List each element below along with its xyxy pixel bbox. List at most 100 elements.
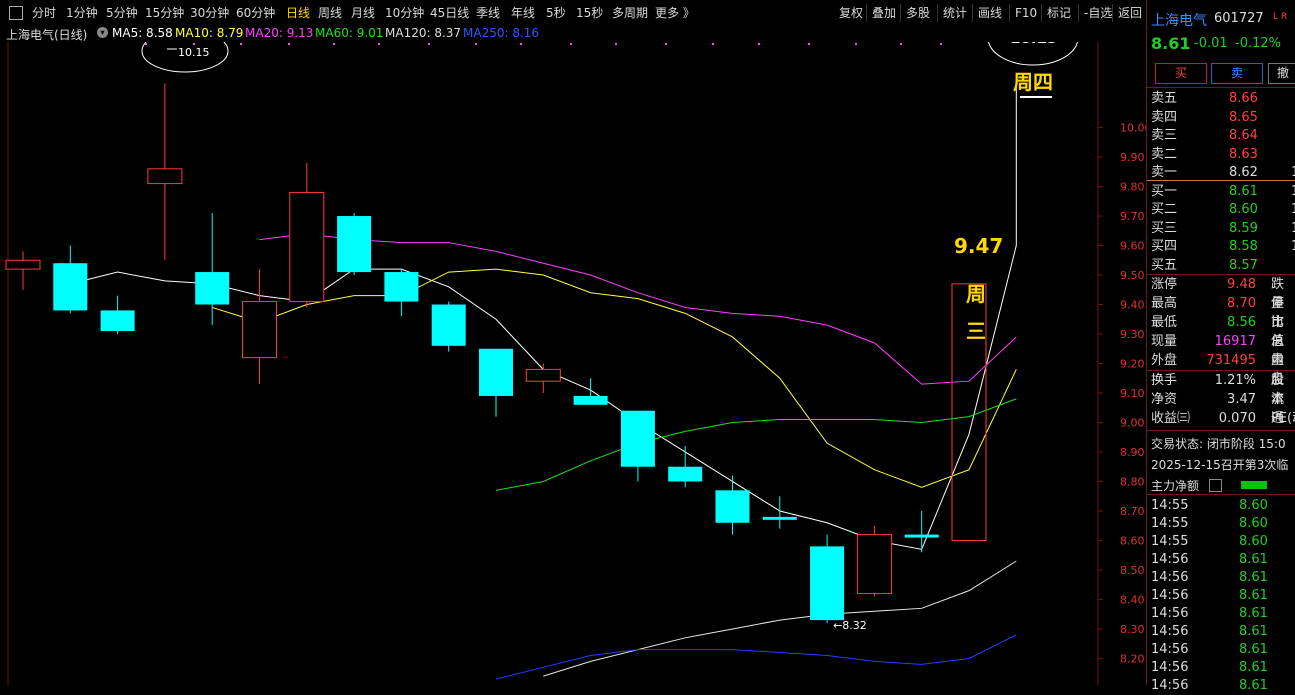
stat-row: 收益㈢ 0.070 PE(动 (1151, 409, 1295, 428)
list-icon[interactable] (1209, 479, 1222, 492)
row-price: 8.57 (1229, 257, 1258, 273)
ask-row[interactable]: 卖四 8.65 (1151, 109, 1295, 127)
bid-row[interactable]: 买五 8.57 (1151, 257, 1295, 275)
period-tab-12[interactable]: 年线 (511, 5, 535, 21)
divider (1147, 430, 1295, 431)
period-tab-8[interactable]: 月线 (351, 5, 375, 21)
candle-body (195, 272, 230, 305)
stat-row: 换手 1.21% 股本 (1151, 371, 1295, 407)
stat-row: 外盘 731495 内盘 (1151, 351, 1295, 387)
toolbar-button-6[interactable]: 标记 (1044, 5, 1074, 21)
sell-button[interactable]: 卖 (1211, 63, 1263, 84)
stat-value: 3.47 (1227, 392, 1256, 407)
period-tab-15[interactable]: 多周期 (612, 5, 648, 21)
candle-body (384, 272, 419, 302)
period-tab-5[interactable]: 60分钟 (236, 5, 275, 21)
period-tab-13[interactable]: 5秒 (546, 5, 566, 21)
lr-badge: L R (1273, 12, 1288, 22)
y-tick-label: 9.60 (1120, 240, 1145, 253)
period-tab-11[interactable]: 季线 (476, 5, 500, 21)
tick-row: 14:56 8.61 (1151, 641, 1295, 659)
stat-label: 收益㈢ (1151, 411, 1191, 426)
toolbar-button-2[interactable]: 多股 (903, 5, 933, 21)
ask-row[interactable]: 卖五 8.66 (1151, 90, 1295, 108)
row-price: 8.58 (1229, 239, 1258, 254)
tick-time: 14:56 (1151, 678, 1189, 693)
dropdown-icon[interactable]: ▾ (97, 27, 108, 38)
toolbar-button-4[interactable]: 画线 (975, 5, 1005, 21)
stat-value: 731495 (1206, 353, 1256, 368)
bid-row[interactable]: 买三 8.59 1 (1151, 220, 1295, 238)
wed-char-2: 三 (966, 319, 986, 343)
toolbar-button-3[interactable]: 统计 (940, 5, 970, 21)
period-tab-1[interactable]: 1分钟 (66, 5, 98, 21)
period-tab-2[interactable]: 5分钟 (106, 5, 138, 21)
ma20-label: MA20: 9.13 (245, 26, 314, 40)
top-marker-dot (193, 43, 195, 45)
row-volume: 1 (1291, 238, 1295, 256)
ask-row[interactable]: 卖二 8.63 (1151, 146, 1295, 164)
period-tab-3[interactable]: 15分钟 (145, 5, 184, 21)
top-marker-dot (378, 43, 380, 45)
wed-char-1: 周 (966, 282, 986, 306)
kline-chart[interactable]: 10.00 9.90 9.80 9.70 9.60 9.50 9.40 9.30 9.20 9.1… (0, 42, 1146, 685)
stat-label: 外盘 (1151, 353, 1178, 368)
period-tab-7[interactable]: 周线 (318, 5, 342, 21)
row-volume: 1 (1291, 220, 1295, 238)
wed-price-label: 9.47 (954, 234, 1003, 258)
buy-button[interactable]: 买 (1155, 63, 1207, 84)
bid-row[interactable]: 买一 8.61 1 (1151, 183, 1295, 201)
flow-bar (1241, 481, 1267, 489)
top-marker-dot (758, 43, 760, 45)
bid-row[interactable]: 买二 8.60 1 (1151, 201, 1295, 219)
tick-price: 8.61 (1239, 552, 1268, 567)
candle-body (904, 534, 939, 538)
stat-row: 涨停 9.48 跌停 (1151, 275, 1295, 311)
row-price: 8.65 (1229, 109, 1258, 125)
cancel-button[interactable]: 撤 (1268, 63, 1295, 84)
low-label: ←8.32 (833, 619, 867, 632)
period-tab-0[interactable]: 分时 (32, 5, 56, 21)
toolbar-button-8[interactable]: 返回 (1115, 5, 1145, 21)
stat-label: 最低 (1151, 315, 1178, 330)
tick-row: 14:55 8.60 (1151, 515, 1295, 533)
menu-icon[interactable] (9, 6, 23, 20)
top-marker-dot (240, 43, 242, 45)
period-tab-9[interactable]: 10分钟 (385, 5, 424, 21)
y-tick-label: 8.50 (1120, 564, 1145, 577)
tick-time: 14:56 (1151, 552, 1189, 567)
ma-line-ma250 (495, 634, 1017, 680)
notice-text[interactable]: 2025-12-15召开第3次临 (1151, 456, 1288, 473)
candle-body (147, 168, 183, 185)
row-price: 8.59 (1229, 220, 1258, 236)
toolbar-button-7[interactable]: -自选 (1081, 5, 1115, 21)
ask-row[interactable]: 卖三 8.64 (1151, 127, 1295, 145)
candle-body (242, 301, 277, 359)
period-tab-4[interactable]: 30分钟 (190, 5, 229, 21)
y-tick-label: 9.20 (1120, 358, 1145, 371)
y-tick-label: 9.90 (1120, 151, 1145, 164)
y-tick-label: 10.00 (1120, 122, 1146, 135)
toolbar-button-0[interactable]: 复权 (836, 5, 866, 21)
toolbar-button-5[interactable]: F10 (1012, 5, 1040, 21)
period-tab-10[interactable]: 45日线 (430, 5, 469, 21)
y-tick-label: 8.20 (1120, 652, 1145, 665)
bid-row[interactable]: 买四 8.58 1 (1151, 238, 1295, 256)
row-label: 卖五 (1151, 91, 1178, 106)
row-label: 买三 (1151, 220, 1178, 236)
thursday-label: 周四 (1013, 70, 1053, 94)
ma120-label: MA120: 8.37 (385, 26, 462, 40)
period-tab-16[interactable]: 更多 》 (655, 5, 695, 21)
top-marker-dot (288, 43, 290, 45)
row-price: 8.66 (1229, 91, 1258, 106)
period-tab-14[interactable]: 15秒 (576, 5, 603, 21)
period-tab-6[interactable]: 日线 (286, 5, 310, 21)
toolbar-button-1[interactable]: 叠加 (869, 5, 899, 21)
candle-body (668, 466, 703, 482)
tick-row: 14:56 8.61 (1151, 605, 1295, 623)
tick-time: 14:56 (1151, 642, 1189, 657)
tick-price: 8.60 (1239, 534, 1268, 549)
toolbar-separator (900, 4, 901, 22)
tick-time: 14:55 (1151, 516, 1189, 531)
top-marker-dot (665, 43, 667, 45)
